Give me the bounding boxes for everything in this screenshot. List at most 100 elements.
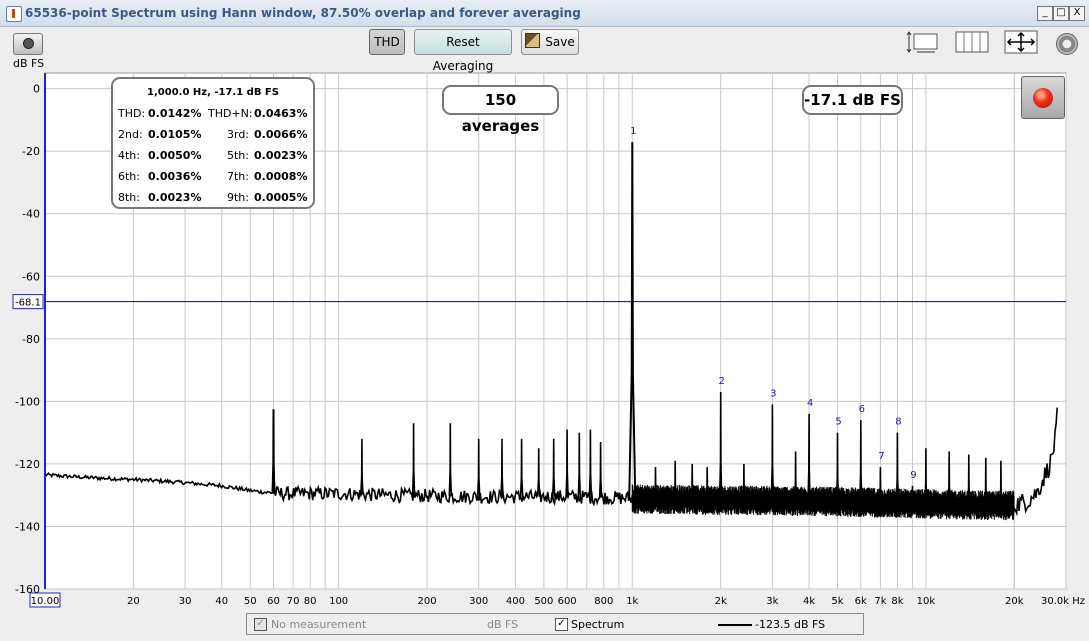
spectral-peak [793,451,798,501]
info-value: 0.0463% [254,107,308,120]
spectral-peak [984,457,988,505]
spectral-peak [770,404,775,500]
x-tick-label: 10k [917,596,936,607]
record-button[interactable] [1021,76,1065,119]
info-label: 9th: [227,191,249,204]
no-measurement-checkbox[interactable]: ✓ [254,618,267,631]
x-tick-label: 70 [287,596,300,607]
info-value: 0.0036% [148,170,202,183]
level-badge: -17.1 dB FS [802,85,903,115]
spectral-peak [360,438,364,495]
info-value: 0.0105% [148,128,202,141]
averages-badge: 150 averages [442,85,559,135]
harmonic-label: 9 [910,470,916,481]
harmonic-label: 4 [807,398,813,409]
spectral-peak [967,454,971,505]
x-tick-label: 500 [534,596,553,607]
spectral-peak [551,438,556,497]
spectral-peak [577,432,582,498]
info-label: 8th: [118,191,140,204]
y-tick-label: -140 [15,520,40,533]
spectral-peak [565,429,569,497]
x-tick-label: 4k [803,596,815,607]
x-tick-label: 30.0k Hz [1041,596,1085,607]
x-tick-label: 200 [417,596,436,607]
info-value: 0.0023% [254,149,308,162]
spectral-peak [690,463,694,500]
y-axis-ticks: 0-20-40-60-80-100-120-140-160 [15,73,46,596]
x-tick-label: 3k [766,596,778,607]
x-tick-label: 60 [267,596,280,607]
info-label: 6th: [118,170,140,183]
spectral-peak [536,448,541,497]
x-tick-label: 50 [244,596,257,607]
marker-level-label: -68.1 [15,298,41,309]
spectral-peak [910,485,915,503]
x-tick-label: 10.00 [31,596,60,607]
x-tick-label: 20 [127,596,140,607]
spectrum-checkbox[interactable]: ✓ [555,618,568,631]
info-label: 5th: [227,149,249,162]
info-label: 4th: [118,149,140,162]
info-value: 0.0023% [148,191,202,204]
info-label: THD: [118,107,146,120]
legend-spectrum-value: -123.5 dB FS [755,618,826,631]
harmonic-label: 7 [878,451,884,462]
spectral-peak [519,438,524,497]
info-value: 0.0142% [148,107,202,120]
spectral-peak [500,438,504,497]
spectral-peak [718,391,723,500]
x-tick-label: 2k [715,596,727,607]
thd-info-box: 1,000.0 Hz, -17.1 dB FS THD: 0.0142% THD+N… [111,77,315,209]
harmonic-label: 5 [835,417,841,428]
legend-spectrum: Spectrum [571,618,625,631]
spectral-peak [924,448,928,504]
y-tick-label: -80 [22,333,40,346]
spectral-peak [895,432,900,503]
spectral-peak [835,432,840,502]
spectral-peak [742,463,746,500]
spectral-peak [411,423,416,496]
info-label: 7th: [227,170,249,183]
legend-bar: ✓ No measurement dB FS ✓ Spectrum -123.5… [246,613,864,635]
spectral-peak [947,451,951,504]
spectral-peak [878,466,883,502]
info-value: 0.0008% [254,170,308,183]
info-label: 2nd: [118,128,143,141]
y-tick-label: -40 [22,208,40,221]
x-tick-label: 8k [891,596,903,607]
x-tick-label: 80 [304,596,317,607]
legend-line-swatch [718,624,752,626]
info-value: 0.0050% [148,149,202,162]
spectral-peak [448,423,453,497]
spectral-peak [476,438,481,497]
info-label: THD+N: [208,107,253,120]
x-tick-label: 100 [329,596,348,607]
info-label: 3rd: [227,128,250,141]
x-tick-label: 6k [855,596,867,607]
x-tick-label: 400 [506,596,525,607]
spectral-peak [653,466,658,499]
spectral-peak [705,466,709,500]
y-tick-label: -100 [15,395,40,408]
harmonic-label: 3 [770,388,776,399]
harmonic-label: 6 [859,404,865,415]
spectral-peak [999,460,1003,505]
x-tick-label: 600 [558,596,577,607]
fundamental-readout: 1,000.0 Hz, -17.1 dB FS [147,87,279,98]
info-value: 0.0066% [254,128,308,141]
x-tick-label: 1k [626,596,638,607]
spectral-peak [588,429,593,498]
y-tick-label: -20 [22,145,40,158]
legend-no-measurement: No measurement [271,618,367,631]
y-tick-label: 0 [33,83,40,96]
y-tick-label: -60 [22,270,40,283]
harmonic-label: 2 [718,376,724,387]
spectral-peak [858,420,863,502]
info-value: 0.0005% [254,191,308,204]
harmonic-label: 1 [630,126,636,137]
x-axis-ticks: 10.00 20 30 40 50 60 70 80 100 200 300 400 500 600 800… [29,592,1085,608]
x-tick-label: 300 [469,596,488,607]
spectral-peak [598,441,603,498]
legend-no-measurement-unit: dB FS [487,618,519,631]
